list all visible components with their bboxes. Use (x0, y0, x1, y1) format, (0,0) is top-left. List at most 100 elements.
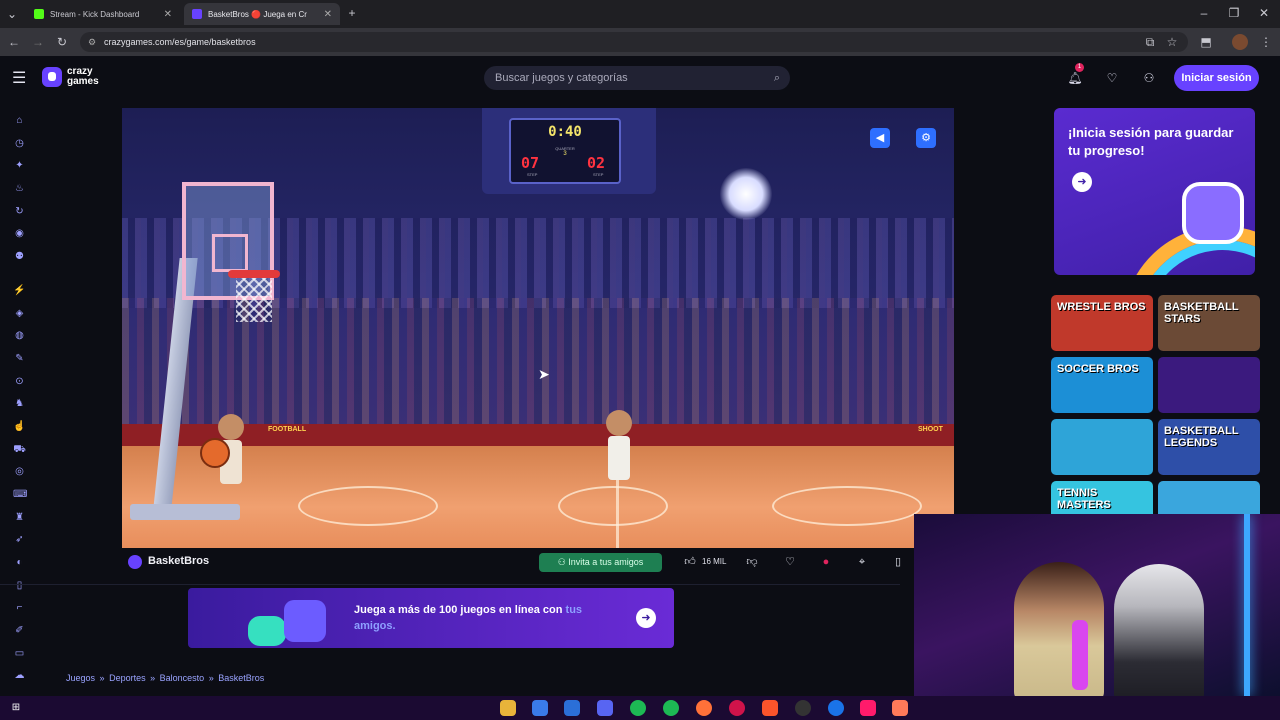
favorites-heart-icon[interactable]: ♡ (1102, 68, 1122, 88)
calendar-icon[interactable] (532, 700, 548, 716)
search-placeholder: Buscar juegos y categorías (495, 72, 628, 84)
site-info-icon[interactable]: ⚙ (88, 32, 96, 52)
brave-icon[interactable] (762, 700, 778, 716)
signin-arrow-icon[interactable]: ➜ (1072, 172, 1092, 192)
game-canvas[interactable]: 0:40 QUARTER 3 07 02 STEP STEP ◀ ⚙ FOOTB… (122, 108, 954, 548)
restore-icon[interactable]: ❐ (1226, 5, 1242, 21)
rocket-icon[interactable]: ➶ (13, 533, 26, 546)
obs-icon[interactable] (795, 700, 811, 716)
theater-icon[interactable]: ⌖ (854, 554, 870, 570)
recent-icon[interactable]: ◷ (13, 137, 26, 150)
login-button[interactable]: Iniciar sesión (1174, 65, 1259, 91)
chrome-active-icon[interactable] (828, 700, 844, 716)
close-icon[interactable]: ✕ (324, 9, 332, 20)
minimize-icon[interactable]: – (1196, 5, 1212, 21)
friends-icon[interactable]: ⚇ (1139, 68, 1159, 88)
reload-icon[interactable]: ↻ (54, 34, 70, 50)
thumbs-down-icon[interactable]: 👎︎ (744, 554, 760, 570)
start-icon[interactable]: ⊞ (8, 700, 24, 716)
driving-icon[interactable]: ⛟ (13, 443, 26, 456)
search-input[interactable]: Buscar juegos y categorías ⌕ (484, 66, 790, 90)
sports-icon[interactable]: ◐ (13, 556, 26, 569)
record-icon[interactable]: ● (818, 554, 834, 570)
tab-kick-dashboard[interactable]: Stream - Kick Dashboard ✕ (26, 3, 180, 25)
url-field[interactable]: ⚙ crazygames.com/es/game/basketbros (80, 32, 1188, 52)
discord-icon[interactable] (597, 700, 613, 716)
close-icon[interactable]: ✕ (164, 9, 172, 20)
breadcrumb-item[interactable]: Juegos (66, 673, 95, 683)
game-thumbnail[interactable]: WRESTLE BROS (1051, 295, 1153, 351)
multiplayer-icon[interactable]: ⚉ (13, 250, 26, 263)
opera-icon[interactable] (729, 700, 745, 716)
fullscreen-icon[interactable]: ▯ (890, 554, 906, 570)
puzzle-icon[interactable]: ♜ (13, 511, 26, 524)
invite-friends-button[interactable]: ⚇ Invita a tus amigos (539, 553, 662, 572)
tiktok-icon[interactable] (860, 700, 876, 716)
tab-basketbros[interactable]: BasketBros 🔴 Juega en Cr ✕ (184, 3, 340, 25)
shooting-icon[interactable]: ⌐ (13, 601, 26, 614)
adventure-icon[interactable]: ◈ (13, 307, 26, 320)
chrome-icon[interactable] (630, 700, 646, 716)
breadcrumb: Juegos » Deportes » Baloncesto » BasketB… (66, 673, 266, 683)
new-icon[interactable]: ✦ (13, 159, 26, 172)
signin-card-title: ¡Inicia sesión para guardar tu progreso! (1068, 125, 1234, 158)
breadcrumb-item[interactable]: Baloncesto (160, 673, 205, 683)
trending-icon[interactable]: ♨ (13, 182, 26, 195)
game-thumbnail[interactable] (1051, 419, 1153, 475)
promo-text-main: Juega a más de 100 juegos en línea con (354, 604, 566, 616)
game-settings-icon[interactable]: ⚙ (916, 128, 936, 148)
app-icon[interactable] (892, 700, 908, 716)
extensions-icon[interactable]: ⬒ (1198, 34, 1214, 50)
bike-icon[interactable]: ⊙ (13, 375, 26, 388)
home-icon[interactable]: ⌂ (13, 114, 26, 127)
favorite-heart-icon[interactable]: ♡ (782, 554, 798, 570)
breadcrumb-item[interactable]: BasketBros (218, 673, 264, 683)
tab-search-icon[interactable]: ⌄ (4, 6, 20, 22)
action-icon[interactable]: ⚡ (13, 284, 26, 297)
game-thumbnail[interactable]: BASKETBALL LEGENDS (1158, 419, 1260, 475)
io-icon[interactable]: ◎ (13, 465, 26, 478)
game-thumbnail[interactable]: BASKETBALL STARS (1158, 295, 1260, 351)
mobile-icon[interactable]: ▯ (13, 579, 26, 592)
browser-menu-icon[interactable]: ⋮ (1258, 34, 1274, 50)
mail-icon[interactable] (564, 700, 580, 716)
tags-icon[interactable]: ✐ (13, 624, 26, 637)
car-icon[interactable]: ♞ (13, 397, 26, 410)
install-icon[interactable]: ⧉ (1142, 34, 1158, 50)
new-tab-button[interactable]: + (344, 5, 360, 21)
originals-icon[interactable]: ◉ (13, 227, 26, 240)
firefox-icon[interactable] (696, 700, 712, 716)
games-icon[interactable]: ▭ (13, 647, 26, 660)
promo-arrow-icon[interactable]: ➜ (636, 608, 656, 628)
hamburger-menu-icon[interactable]: ☰ (12, 68, 26, 88)
kick-icon (34, 9, 44, 19)
sound-icon[interactable]: ◀ (870, 128, 890, 148)
beauty-icon[interactable]: ✎ (13, 352, 26, 365)
thumbs-up-icon[interactable]: 👍︎ (682, 554, 698, 570)
game-thumbnail[interactable]: SOCCER BROS (1051, 357, 1153, 413)
controller-icon[interactable]: ⌨ (13, 488, 27, 501)
breadcrumb-separator: » (150, 673, 156, 683)
breadcrumb-separator: » (99, 673, 105, 683)
spotify-icon[interactable] (663, 700, 679, 716)
game-icon (128, 555, 142, 569)
search-icon[interactable]: ⌕ (774, 66, 780, 90)
crazygames-logo[interactable]: crazy games (42, 67, 99, 87)
back-icon[interactable]: ← (6, 34, 22, 50)
file-explorer-icon[interactable] (500, 700, 516, 716)
close-window-icon[interactable]: ✕ (1256, 5, 1272, 21)
discord-icon[interactable]: ☁ (13, 669, 26, 682)
profile-avatar[interactable] (1232, 34, 1248, 50)
basketball-icon[interactable]: ◍ (13, 329, 26, 342)
game-thumbnail[interactable] (1158, 357, 1260, 413)
arena-light (720, 168, 772, 220)
bookmark-star-icon[interactable]: ☆ (1164, 34, 1180, 50)
forward-icon[interactable]: → (30, 34, 46, 50)
friends-promo-banner[interactable]: Juega a más de 100 juegos en línea con t… (188, 588, 674, 648)
clicker-icon[interactable]: ☝ (13, 420, 26, 433)
signin-promo-card[interactable]: ¡Inicia sesión para guardar tu progreso!… (1054, 108, 1255, 275)
updated-icon[interactable]: ↻ (13, 205, 26, 218)
mascot-green-icon (248, 616, 286, 646)
breadcrumb-item[interactable]: Deportes (109, 673, 146, 683)
tab-label: Stream - Kick Dashboard (50, 9, 140, 19)
